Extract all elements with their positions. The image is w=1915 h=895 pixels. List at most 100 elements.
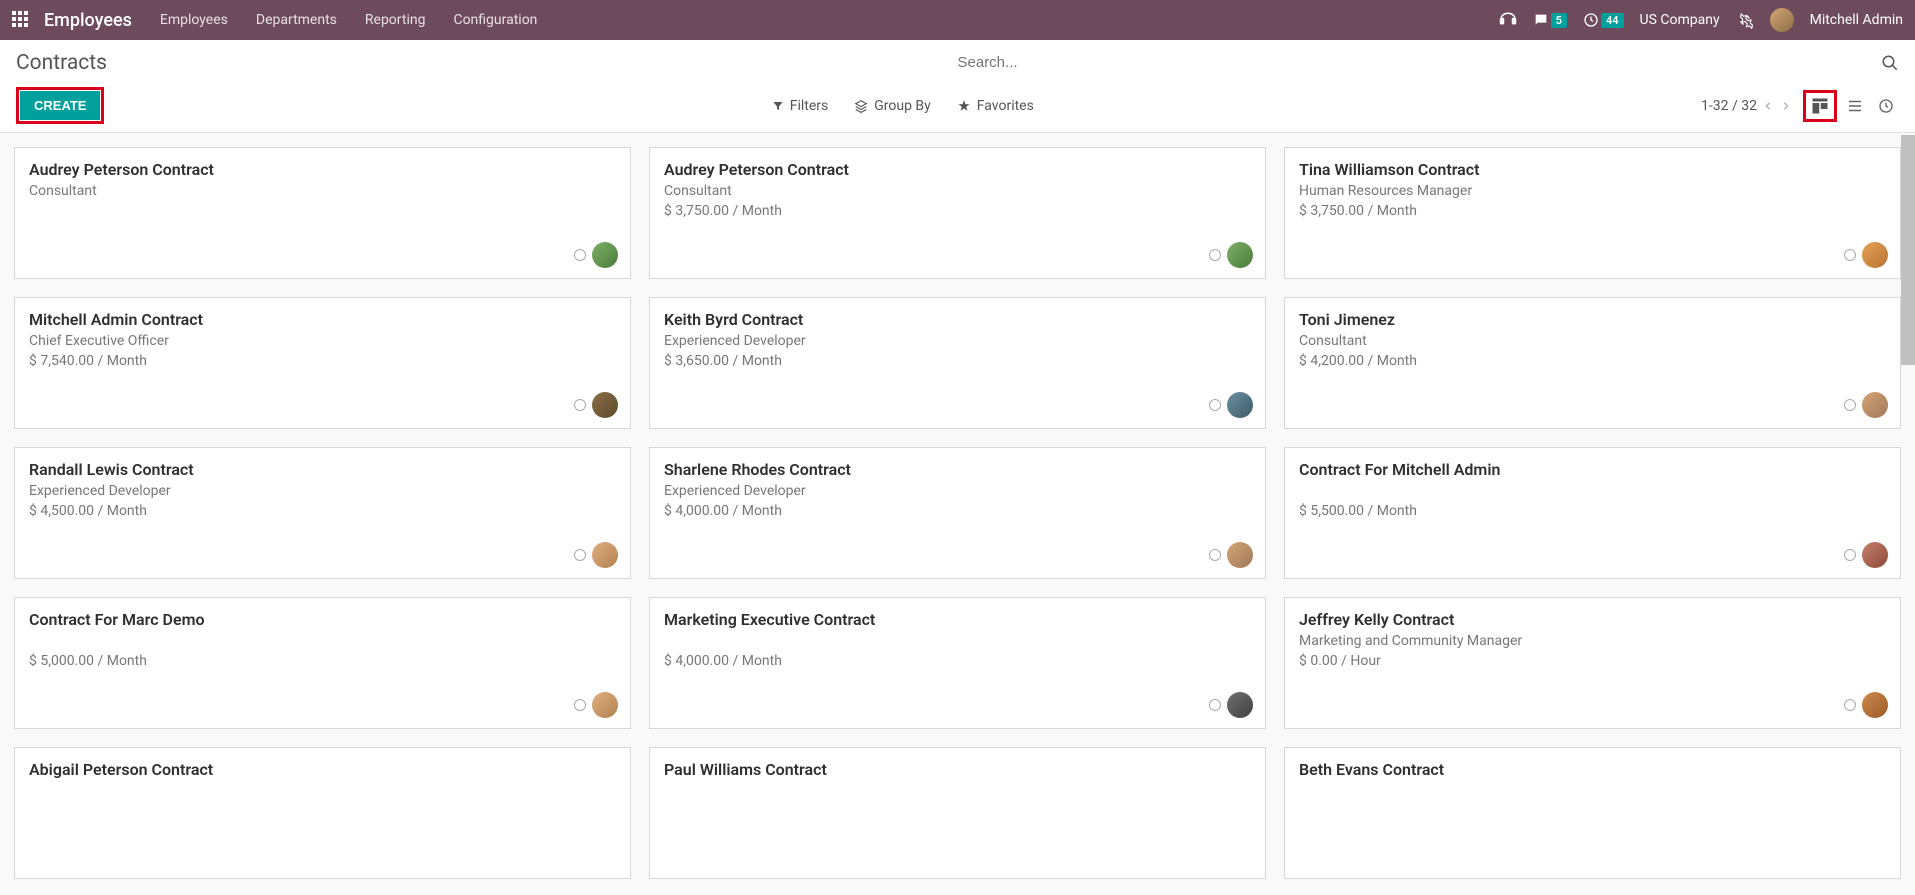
- favorites-button[interactable]: Favorites: [957, 98, 1034, 114]
- kanban-state-icon[interactable]: [574, 399, 586, 411]
- card-job: Experienced Developer: [29, 483, 616, 499]
- kanban-state-icon[interactable]: [1844, 249, 1856, 261]
- kanban-card[interactable]: Sharlene Rhodes ContractExperienced Deve…: [649, 447, 1266, 579]
- search-options: Filters Group By Favorites: [772, 98, 1034, 114]
- hr-responsible-avatar[interactable]: [1862, 692, 1888, 718]
- card-job: Chief Executive Officer: [29, 333, 616, 349]
- card-wage: $ 5,000.00 / Month: [29, 653, 616, 669]
- nav-reporting[interactable]: Reporting: [365, 12, 426, 28]
- kanban-card[interactable]: Audrey Peterson Contract Consultant: [14, 147, 631, 279]
- card-wage: $ 3,750.00 / Month: [1299, 203, 1886, 219]
- card-job: Consultant: [29, 183, 616, 199]
- scrollbar-thumb[interactable]: [1901, 135, 1915, 365]
- kanban-card[interactable]: Contract For Marc Demo $ 5,000.00 / Mont…: [14, 597, 631, 729]
- company-selector[interactable]: US Company: [1640, 12, 1720, 28]
- hr-responsible-avatar[interactable]: [1227, 242, 1253, 268]
- card-title: Randall Lewis Contract: [29, 460, 616, 479]
- kanban-card[interactable]: Keith Byrd ContractExperienced Developer…: [649, 297, 1266, 429]
- card-wage: $ 7,540.00 / Month: [29, 353, 616, 369]
- kanban-state-icon[interactable]: [1844, 699, 1856, 711]
- kanban-card[interactable]: Marketing Executive Contract $ 4,000.00 …: [649, 597, 1266, 729]
- create-highlight: CREATE: [16, 87, 104, 124]
- card-job: Experienced Developer: [664, 333, 1251, 349]
- kanban-view-button[interactable]: [1803, 90, 1837, 122]
- kanban-card[interactable]: Randall Lewis Contract Experienced Develo…: [14, 447, 631, 579]
- view-switcher: [1803, 90, 1899, 122]
- control-panel: Contracts CREATE Filters Group By Favori…: [0, 40, 1915, 133]
- kanban-view: Audrey Peterson ContractConsultantAudrey…: [0, 133, 1915, 893]
- nav-configuration[interactable]: Configuration: [453, 12, 537, 28]
- card-footer: [1844, 692, 1888, 718]
- chevron-left-icon: [1763, 99, 1773, 113]
- kanban-state-icon[interactable]: [574, 249, 586, 261]
- user-menu[interactable]: Mitchell Admin: [1810, 12, 1903, 28]
- conversations-badge: 5: [1551, 13, 1567, 28]
- kanban-state-icon[interactable]: [1209, 699, 1221, 711]
- card-wage: $ 4,000.00 / Month: [664, 503, 1251, 519]
- card-wage: $ 3,750.00 / Month: [664, 203, 1251, 219]
- hr-responsible-avatar[interactable]: [1227, 542, 1253, 568]
- nav-menu: Employees Departments Reporting Configur…: [160, 12, 538, 28]
- card-footer: [574, 542, 618, 568]
- hr-responsible-avatar[interactable]: [1227, 392, 1253, 418]
- hr-responsible-avatar[interactable]: [592, 392, 618, 418]
- hr-responsible-avatar[interactable]: [1862, 542, 1888, 568]
- card-wage: $ 4,200.00 / Month: [1299, 353, 1886, 369]
- clock-icon: [1878, 98, 1894, 114]
- activity-view-button[interactable]: [1873, 94, 1899, 118]
- kanban-card[interactable]: Jeffrey Kelly ContractMarketing and Comm…: [1284, 597, 1901, 729]
- card-job: Experienced Developer: [664, 483, 1251, 499]
- kanban-state-icon[interactable]: [1209, 399, 1221, 411]
- kanban-card[interactable]: Mitchell Admin Contract Chief Executive O…: [14, 297, 631, 429]
- conversations-icon[interactable]: 5: [1533, 12, 1567, 28]
- search-input[interactable]: [958, 50, 1882, 75]
- hr-responsible-avatar[interactable]: [592, 242, 618, 268]
- hr-responsible-avatar[interactable]: [1862, 242, 1888, 268]
- kanban-card[interactable]: Tina Williamson ContractHuman Resources …: [1284, 147, 1901, 279]
- card-wage: $ 5,500.00 / Month: [1299, 503, 1886, 519]
- kanban-card[interactable]: Beth Evans Contract: [1284, 747, 1901, 879]
- kanban-state-icon[interactable]: [1209, 249, 1221, 261]
- kanban-card[interactable]: Abigail Peterson Contract: [14, 747, 631, 879]
- hr-responsible-avatar[interactable]: [1862, 392, 1888, 418]
- chevron-right-icon: [1781, 99, 1791, 113]
- card-title: Toni Jimenez: [1299, 310, 1886, 329]
- list-view-button[interactable]: [1841, 93, 1869, 119]
- kanban-card[interactable]: Paul Williams Contract: [649, 747, 1266, 879]
- user-avatar[interactable]: [1770, 8, 1794, 32]
- groupby-button[interactable]: Group By: [854, 98, 931, 114]
- card-title: Paul Williams Contract: [664, 760, 1251, 779]
- kanban-state-icon[interactable]: [1209, 549, 1221, 561]
- card-footer: [574, 392, 618, 418]
- kanban-state-icon[interactable]: [574, 549, 586, 561]
- app-brand[interactable]: Employees: [44, 10, 132, 31]
- card-footer: [1844, 542, 1888, 568]
- kanban-card[interactable]: Audrey Peterson ContractConsultant$ 3,75…: [649, 147, 1266, 279]
- card-job: Human Resources Manager: [1299, 183, 1886, 199]
- card-title: Jeffrey Kelly Contract: [1299, 610, 1886, 629]
- voip-icon[interactable]: [1499, 11, 1517, 29]
- search-icon[interactable]: [1881, 54, 1899, 72]
- card-title: Audrey Peterson Contract: [29, 160, 616, 179]
- create-button[interactable]: CREATE: [20, 91, 100, 120]
- kanban-state-icon[interactable]: [1844, 549, 1856, 561]
- card-title: Mitchell Admin Contract: [29, 310, 616, 329]
- hr-responsible-avatar[interactable]: [592, 692, 618, 718]
- filters-button[interactable]: Filters: [772, 98, 829, 114]
- hr-responsible-avatar[interactable]: [1227, 692, 1253, 718]
- apps-icon[interactable]: [12, 11, 30, 29]
- pager-next[interactable]: [1779, 99, 1793, 113]
- pager-prev[interactable]: [1761, 99, 1775, 113]
- activities-icon[interactable]: 44: [1583, 12, 1624, 28]
- nav-departments[interactable]: Departments: [256, 12, 337, 28]
- card-title: Marketing Executive Contract: [664, 610, 1251, 629]
- pager-value[interactable]: 1-32 / 32: [1701, 98, 1757, 114]
- kanban-card[interactable]: Contract For Mitchell Admin $ 5,500.00 /…: [1284, 447, 1901, 579]
- favorites-label: Favorites: [977, 98, 1034, 114]
- kanban-card[interactable]: Toni JimenezConsultant$ 4,200.00 / Month: [1284, 297, 1901, 429]
- hr-responsible-avatar[interactable]: [592, 542, 618, 568]
- nav-employees[interactable]: Employees: [160, 12, 228, 28]
- kanban-state-icon[interactable]: [574, 699, 586, 711]
- kanban-state-icon[interactable]: [1844, 399, 1856, 411]
- debug-icon[interactable]: [1736, 11, 1754, 29]
